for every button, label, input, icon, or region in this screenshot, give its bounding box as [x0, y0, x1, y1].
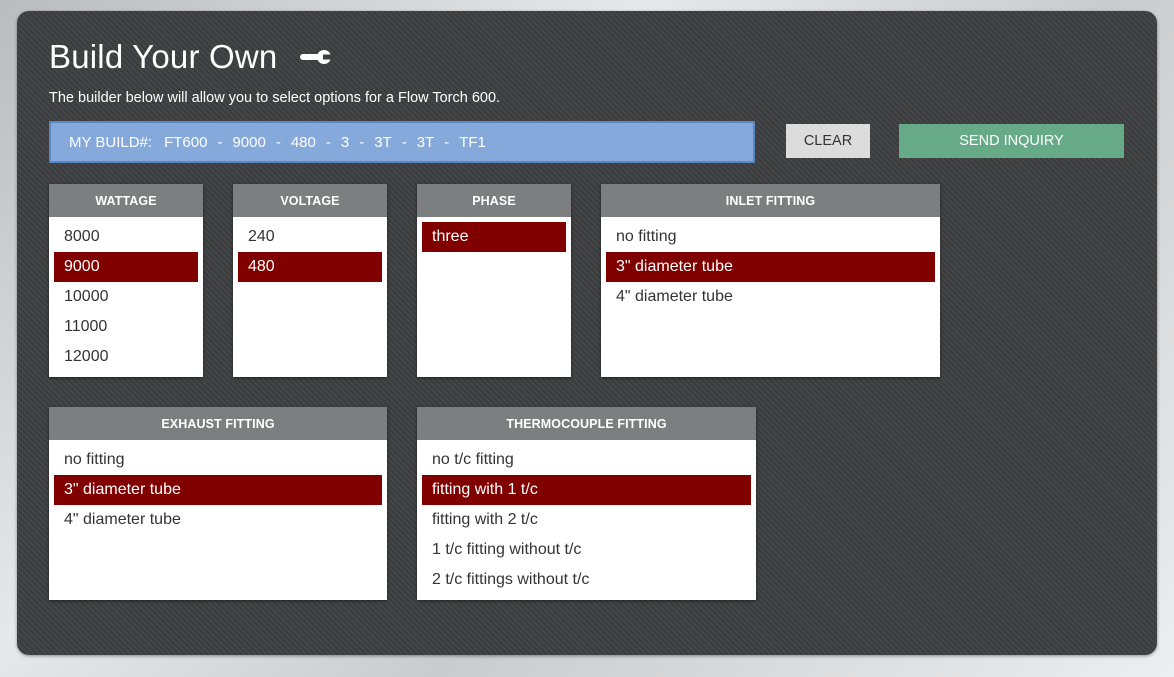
build-segment: FT600 [164, 133, 208, 151]
clear-button[interactable]: CLEAR [786, 124, 870, 158]
build-number-field: MY BUILD#: FT600 - 9000 - 480 - 3 - 3T -… [49, 121, 755, 163]
thermocouple-fitting-option-selected[interactable]: fitting with 1 t/c [422, 475, 751, 505]
wattage-option-selected[interactable]: 9000 [54, 252, 198, 282]
exhaust-fitting-option[interactable]: no fitting [54, 445, 382, 475]
inlet-fitting-option-selected[interactable]: 3" diameter tube [606, 252, 935, 282]
exhaust-fitting-option-selected[interactable]: 3" diameter tube [54, 475, 382, 505]
send-inquiry-button[interactable]: SEND INQUIRY [899, 124, 1124, 158]
inlet-fitting-group: INLET FITTING no fitting 3" diameter tub… [601, 184, 940, 377]
inlet-fitting-option[interactable]: 4" diameter tube [606, 282, 935, 312]
phase-group: PHASE three [417, 184, 571, 377]
inlet-fitting-header: INLET FITTING [601, 184, 940, 217]
page-title: Build Your Own [49, 38, 278, 75]
build-separator: - [217, 133, 223, 151]
page-subtitle: The builder below will allow you to sele… [49, 90, 501, 106]
build-segment: 480 [290, 133, 316, 151]
build-separator: - [275, 133, 281, 151]
build-segment: 3T [416, 133, 435, 151]
wattage-option[interactable]: 11000 [54, 312, 198, 342]
builder-panel: Build Your Own The builder below will al… [17, 11, 1157, 655]
voltage-option[interactable]: 240 [238, 222, 382, 252]
phase-header: PHASE [417, 184, 571, 217]
wrench-icon [297, 46, 335, 68]
inlet-fitting-option[interactable]: no fitting [606, 222, 935, 252]
wattage-group: WATTAGE 8000 9000 10000 11000 12000 [49, 184, 203, 377]
thermocouple-fitting-group: THERMOCOUPLE FITTING no t/c fitting fitt… [417, 407, 756, 600]
build-separator: - [444, 133, 450, 151]
exhaust-fitting-header: EXHAUST FITTING [49, 407, 387, 440]
build-segment: 9000 [232, 133, 266, 151]
voltage-group: VOLTAGE 240 480 [233, 184, 387, 377]
thermocouple-fitting-option[interactable]: fitting with 2 t/c [422, 505, 751, 535]
phase-option-selected[interactable]: three [422, 222, 566, 252]
thermocouple-fitting-option[interactable]: 2 t/c fittings without t/c [422, 565, 751, 595]
build-separator: - [325, 133, 331, 151]
exhaust-fitting-option[interactable]: 4" diameter tube [54, 505, 382, 535]
build-segment: 3T [374, 133, 392, 151]
voltage-option-selected[interactable]: 480 [238, 252, 382, 282]
voltage-header: VOLTAGE [233, 184, 387, 217]
exhaust-fitting-group: EXHAUST FITTING no fitting 3" diameter t… [49, 407, 387, 600]
wattage-option[interactable]: 8000 [54, 222, 198, 252]
thermocouple-fitting-option[interactable]: 1 t/c fitting without t/c [422, 535, 751, 565]
build-separator: - [401, 133, 407, 151]
build-separator: - [359, 133, 365, 151]
build-segment: 3 [340, 133, 350, 151]
title-row: Build Your Own [49, 35, 335, 79]
wattage-option[interactable]: 10000 [54, 282, 198, 312]
build-number-label: MY BUILD#: [69, 133, 153, 151]
build-segment: TF1 [459, 133, 486, 151]
wattage-option[interactable]: 12000 [54, 342, 198, 372]
thermocouple-fitting-option[interactable]: no t/c fitting [422, 445, 751, 475]
thermocouple-fitting-header: THERMOCOUPLE FITTING [417, 407, 756, 440]
wattage-header: WATTAGE [49, 184, 203, 217]
